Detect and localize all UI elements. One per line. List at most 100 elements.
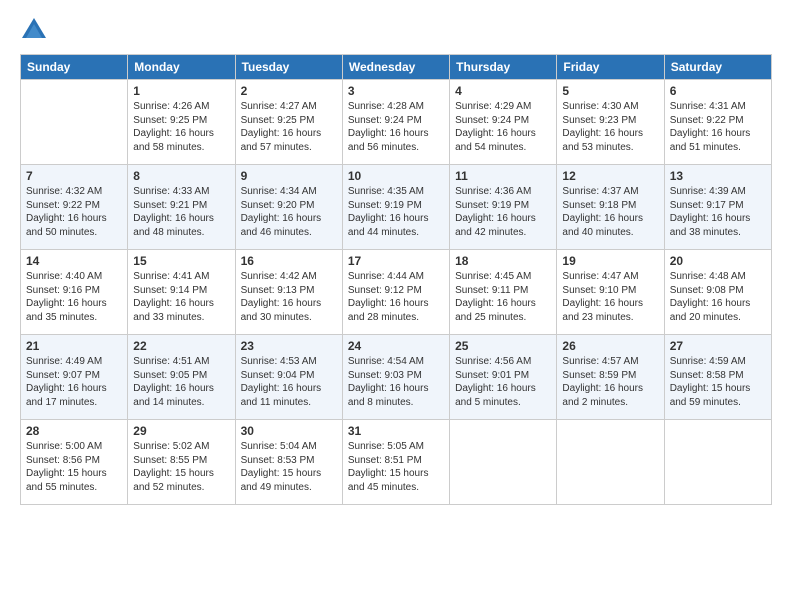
day-number: 11 bbox=[455, 169, 551, 183]
day-info: Sunrise: 4:59 AMSunset: 8:58 PMDaylight:… bbox=[670, 355, 766, 409]
day-number: 13 bbox=[670, 169, 766, 183]
day-number: 24 bbox=[348, 339, 444, 353]
day-info: Sunrise: 4:54 AMSunset: 9:03 PMDaylight:… bbox=[348, 355, 444, 409]
calendar-cell bbox=[21, 80, 128, 165]
day-of-week-header: Tuesday bbox=[235, 55, 342, 80]
day-number: 18 bbox=[455, 254, 551, 268]
calendar-cell: 13 Sunrise: 4:39 AMSunset: 9:17 PMDayligh… bbox=[664, 165, 771, 250]
calendar-table: SundayMondayTuesdayWednesdayThursdayFrid… bbox=[20, 54, 772, 505]
calendar-cell: 16 Sunrise: 4:42 AMSunset: 9:13 PMDayligh… bbox=[235, 250, 342, 335]
day-number: 29 bbox=[133, 424, 229, 438]
day-number: 22 bbox=[133, 339, 229, 353]
calendar-cell: 31 Sunrise: 5:05 AMSunset: 8:51 PMDayligh… bbox=[342, 420, 449, 505]
calendar-cell: 21Sunrise: 4:49 AMSunset: 9:07 PMDayligh… bbox=[21, 335, 128, 420]
day-info: Sunrise: 4:57 AMSunset: 8:59 PMDaylight:… bbox=[562, 355, 658, 409]
day-number: 27 bbox=[670, 339, 766, 353]
day-number: 20 bbox=[670, 254, 766, 268]
calendar-cell: 1 Sunrise: 4:26 AMSunset: 9:25 PMDaylight… bbox=[128, 80, 235, 165]
calendar-cell: 11 Sunrise: 4:36 AMSunset: 9:19 PMDayligh… bbox=[450, 165, 557, 250]
calendar-cell: 15 Sunrise: 4:41 AMSunset: 9:14 PMDayligh… bbox=[128, 250, 235, 335]
calendar-week-row: 14 Sunrise: 4:40 AMSunset: 9:16 PMDayligh… bbox=[21, 250, 772, 335]
day-info: Sunrise: 4:30 AMSunset: 9:23 PMDaylight:… bbox=[562, 100, 658, 154]
day-info: Sunrise: 4:41 AMSunset: 9:14 PMDaylight:… bbox=[133, 270, 229, 324]
calendar-week-row: 7 Sunrise: 4:32 AMSunset: 9:22 PMDaylight… bbox=[21, 165, 772, 250]
calendar-cell: 10 Sunrise: 4:35 AMSunset: 9:19 PMDayligh… bbox=[342, 165, 449, 250]
calendar-cell bbox=[450, 420, 557, 505]
day-number: 26 bbox=[562, 339, 658, 353]
day-info: Sunrise: 5:00 AMSunset: 8:56 PMDaylight:… bbox=[26, 440, 122, 494]
day-number: 10 bbox=[348, 169, 444, 183]
calendar-week-row: 28 Sunrise: 5:00 AMSunset: 8:56 PMDayligh… bbox=[21, 420, 772, 505]
calendar-cell: 29 Sunrise: 5:02 AMSunset: 8:55 PMDayligh… bbox=[128, 420, 235, 505]
day-info: Sunrise: 4:40 AMSunset: 9:16 PMDaylight:… bbox=[26, 270, 122, 324]
day-info: Sunrise: 4:33 AMSunset: 9:21 PMDaylight:… bbox=[133, 185, 229, 239]
day-info: Sunrise: 4:39 AMSunset: 9:17 PMDaylight:… bbox=[670, 185, 766, 239]
day-number: 17 bbox=[348, 254, 444, 268]
day-info: Sunrise: 4:42 AMSunset: 9:13 PMDaylight:… bbox=[241, 270, 337, 324]
day-number: 2 bbox=[241, 84, 337, 98]
calendar-cell: 19Sunrise: 4:47 AMSunset: 9:10 PMDayligh… bbox=[557, 250, 664, 335]
calendar-week-row: 21Sunrise: 4:49 AMSunset: 9:07 PMDayligh… bbox=[21, 335, 772, 420]
day-of-week-header: Monday bbox=[128, 55, 235, 80]
day-number: 5 bbox=[562, 84, 658, 98]
days-header-row: SundayMondayTuesdayWednesdayThursdayFrid… bbox=[21, 55, 772, 80]
day-info: Sunrise: 5:05 AMSunset: 8:51 PMDaylight:… bbox=[348, 440, 444, 494]
calendar-cell: 17 Sunrise: 4:44 AMSunset: 9:12 PMDayligh… bbox=[342, 250, 449, 335]
day-info: Sunrise: 4:48 AMSunset: 9:08 PMDaylight:… bbox=[670, 270, 766, 324]
calendar-cell: 18 Sunrise: 4:45 AMSunset: 9:11 PMDayligh… bbox=[450, 250, 557, 335]
calendar-cell: 20 Sunrise: 4:48 AMSunset: 9:08 PMDayligh… bbox=[664, 250, 771, 335]
day-number: 21 bbox=[26, 339, 122, 353]
day-info: Sunrise: 5:04 AMSunset: 8:53 PMDaylight:… bbox=[241, 440, 337, 494]
calendar-cell: 14 Sunrise: 4:40 AMSunset: 9:16 PMDayligh… bbox=[21, 250, 128, 335]
calendar-cell: 25Sunrise: 4:56 AMSunset: 9:01 PMDayligh… bbox=[450, 335, 557, 420]
header bbox=[20, 16, 772, 44]
day-info: Sunrise: 4:31 AMSunset: 9:22 PMDaylight:… bbox=[670, 100, 766, 154]
calendar-cell: 27 Sunrise: 4:59 AMSunset: 8:58 PMDayligh… bbox=[664, 335, 771, 420]
calendar-cell: 23Sunrise: 4:53 AMSunset: 9:04 PMDayligh… bbox=[235, 335, 342, 420]
day-info: Sunrise: 4:32 AMSunset: 9:22 PMDaylight:… bbox=[26, 185, 122, 239]
logo bbox=[20, 16, 52, 44]
day-number: 1 bbox=[133, 84, 229, 98]
day-info: Sunrise: 4:51 AMSunset: 9:05 PMDaylight:… bbox=[133, 355, 229, 409]
day-info: Sunrise: 5:02 AMSunset: 8:55 PMDaylight:… bbox=[133, 440, 229, 494]
day-number: 15 bbox=[133, 254, 229, 268]
day-number: 23 bbox=[241, 339, 337, 353]
day-info: Sunrise: 4:35 AMSunset: 9:19 PMDaylight:… bbox=[348, 185, 444, 239]
day-number: 14 bbox=[26, 254, 122, 268]
day-number: 28 bbox=[26, 424, 122, 438]
calendar-body: 1 Sunrise: 4:26 AMSunset: 9:25 PMDaylight… bbox=[21, 80, 772, 505]
day-number: 8 bbox=[133, 169, 229, 183]
calendar-cell bbox=[557, 420, 664, 505]
day-info: Sunrise: 4:34 AMSunset: 9:20 PMDaylight:… bbox=[241, 185, 337, 239]
day-number: 7 bbox=[26, 169, 122, 183]
day-number: 9 bbox=[241, 169, 337, 183]
calendar-cell: 6 Sunrise: 4:31 AMSunset: 9:22 PMDaylight… bbox=[664, 80, 771, 165]
logo-icon bbox=[20, 16, 48, 44]
calendar-cell: 3Sunrise: 4:28 AMSunset: 9:24 PMDaylight… bbox=[342, 80, 449, 165]
calendar-cell: 12 Sunrise: 4:37 AMSunset: 9:18 PMDayligh… bbox=[557, 165, 664, 250]
calendar-cell bbox=[664, 420, 771, 505]
day-number: 25 bbox=[455, 339, 551, 353]
day-info: Sunrise: 4:26 AMSunset: 9:25 PMDaylight:… bbox=[133, 100, 229, 154]
calendar-cell: 7 Sunrise: 4:32 AMSunset: 9:22 PMDaylight… bbox=[21, 165, 128, 250]
day-info: Sunrise: 4:45 AMSunset: 9:11 PMDaylight:… bbox=[455, 270, 551, 324]
day-info: Sunrise: 4:44 AMSunset: 9:12 PMDaylight:… bbox=[348, 270, 444, 324]
day-of-week-header: Saturday bbox=[664, 55, 771, 80]
calendar-cell: 4Sunrise: 4:29 AMSunset: 9:24 PMDaylight… bbox=[450, 80, 557, 165]
calendar-cell: 28 Sunrise: 5:00 AMSunset: 8:56 PMDayligh… bbox=[21, 420, 128, 505]
day-number: 6 bbox=[670, 84, 766, 98]
calendar-cell: 24 Sunrise: 4:54 AMSunset: 9:03 PMDayligh… bbox=[342, 335, 449, 420]
calendar-week-row: 1 Sunrise: 4:26 AMSunset: 9:25 PMDaylight… bbox=[21, 80, 772, 165]
day-info: Sunrise: 4:37 AMSunset: 9:18 PMDaylight:… bbox=[562, 185, 658, 239]
day-number: 31 bbox=[348, 424, 444, 438]
day-info: Sunrise: 4:36 AMSunset: 9:19 PMDaylight:… bbox=[455, 185, 551, 239]
calendar-cell: 8 Sunrise: 4:33 AMSunset: 9:21 PMDaylight… bbox=[128, 165, 235, 250]
calendar-cell: 9 Sunrise: 4:34 AMSunset: 9:20 PMDaylight… bbox=[235, 165, 342, 250]
day-number: 12 bbox=[562, 169, 658, 183]
day-number: 3 bbox=[348, 84, 444, 98]
day-number: 19 bbox=[562, 254, 658, 268]
calendar-cell: 2Sunrise: 4:27 AMSunset: 9:25 PMDaylight… bbox=[235, 80, 342, 165]
day-of-week-header: Wednesday bbox=[342, 55, 449, 80]
day-number: 16 bbox=[241, 254, 337, 268]
calendar-cell: 30Sunrise: 5:04 AMSunset: 8:53 PMDayligh… bbox=[235, 420, 342, 505]
